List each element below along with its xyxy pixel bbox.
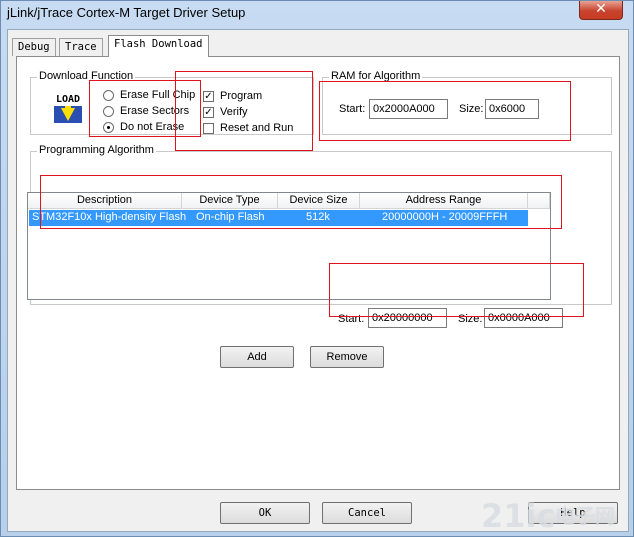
cell-description: STM32F10x High-density Flash — [32, 211, 187, 223]
cancel-button[interactable]: Cancel — [322, 502, 412, 524]
column-header-description[interactable]: Description — [28, 193, 182, 209]
radio-indicator[interactable] — [103, 105, 114, 117]
radio-label: Do not Erase — [120, 121, 185, 133]
radio-indicator[interactable] — [103, 89, 114, 101]
ram-for-algorithm-title: RAM for Algorithm — [329, 70, 423, 82]
remove-button[interactable]: Remove — [310, 346, 384, 368]
check-icon[interactable]: ✓ — [203, 106, 214, 118]
watermark-logo: 21ic 电子网 — [481, 497, 615, 535]
ram-start-field[interactable]: 0x2000A000 — [369, 99, 448, 119]
download-function-title: Download Function — [37, 70, 136, 82]
algo-start-label: Start: — [338, 313, 365, 325]
programming-algorithm-title: Programming Algorithm — [37, 144, 156, 156]
load-icon: LOAD — [53, 92, 83, 123]
column-header-filler — [528, 193, 550, 209]
load-icon-text: LOAD — [56, 94, 80, 105]
do-not-erase-radio[interactable]: Do not Erase — [103, 120, 184, 134]
cell-address-range: 20000000H - 20009FFFH — [382, 211, 508, 223]
tab-label: Debug — [18, 41, 50, 53]
ram-size-label: Size: — [459, 103, 484, 115]
algorithm-table[interactable]: Description Device Type Device Size Addr… — [27, 192, 551, 300]
ram-size-field[interactable]: 0x6000 — [485, 99, 539, 119]
tab-label: Flash Download — [114, 38, 203, 50]
algo-size-label: Size: — [458, 313, 483, 325]
erase-full-chip-radio[interactable]: Erase Full Chip — [103, 88, 195, 102]
title-bar[interactable]: jLink/jTrace Cortex-M Target Driver Setu… — [1, 1, 633, 27]
erase-sectors-radio[interactable]: Erase Sectors — [103, 104, 189, 118]
reset-and-run-checkbox[interactable]: Reset and Run — [203, 121, 293, 135]
column-header-device-type[interactable]: Device Type — [182, 193, 278, 209]
dialog-client: Debug Trace Flash Download Download Func… — [7, 29, 629, 532]
program-checkbox[interactable]: ✓ Program — [203, 89, 262, 103]
table-row[interactable]: STM32F10x High-density Flash On-chip Fla… — [29, 210, 528, 226]
algo-start-field[interactable]: 0x20000000 — [368, 308, 447, 328]
window-title: jLink/jTrace Cortex-M Target Driver Setu… — [7, 5, 246, 20]
download-function-group: Download Function LOAD Erase Full Chip E… — [30, 70, 314, 135]
cell-device-type: On-chip Flash — [196, 211, 265, 223]
radio-label: Erase Full Chip — [120, 89, 196, 101]
watermark-text-right: 电子网 — [555, 504, 615, 528]
radio-label: Erase Sectors — [120, 105, 190, 117]
radio-indicator[interactable] — [103, 121, 114, 133]
close-button[interactable]: ✕ — [579, 1, 623, 20]
ram-start-label: Start: — [339, 103, 366, 115]
tab-flash-download[interactable]: Flash Download — [108, 35, 209, 57]
ok-button[interactable]: OK — [220, 502, 310, 524]
flash-download-panel: Download Function LOAD Erase Full Chip E… — [16, 56, 620, 490]
column-header-device-size[interactable]: Device Size — [278, 193, 360, 209]
checkbox-label: Verify — [220, 106, 248, 118]
close-icon: ✕ — [595, 1, 607, 17]
ram-for-algorithm-group: RAM for Algorithm Start: 0x2000A000 Size… — [322, 70, 612, 135]
dialog-window: jLink/jTrace Cortex-M Target Driver Setu… — [0, 0, 634, 537]
verify-checkbox[interactable]: ✓ Verify — [203, 105, 248, 119]
tab-trace[interactable]: Trace — [59, 38, 103, 56]
add-button[interactable]: Add — [220, 346, 294, 368]
watermark-text-left: 21ic — [481, 497, 555, 535]
checkbox-label: Reset and Run — [220, 122, 294, 134]
tab-label: Trace — [65, 41, 97, 53]
checkbox-box[interactable] — [203, 122, 214, 134]
column-header-address-range[interactable]: Address Range — [360, 193, 528, 209]
tab-debug[interactable]: Debug — [12, 38, 56, 56]
cell-device-size: 512k — [306, 211, 330, 223]
checkbox-label: Program — [220, 90, 263, 102]
check-icon[interactable]: ✓ — [203, 90, 214, 102]
algo-size-field[interactable]: 0x0000A000 — [484, 308, 563, 328]
